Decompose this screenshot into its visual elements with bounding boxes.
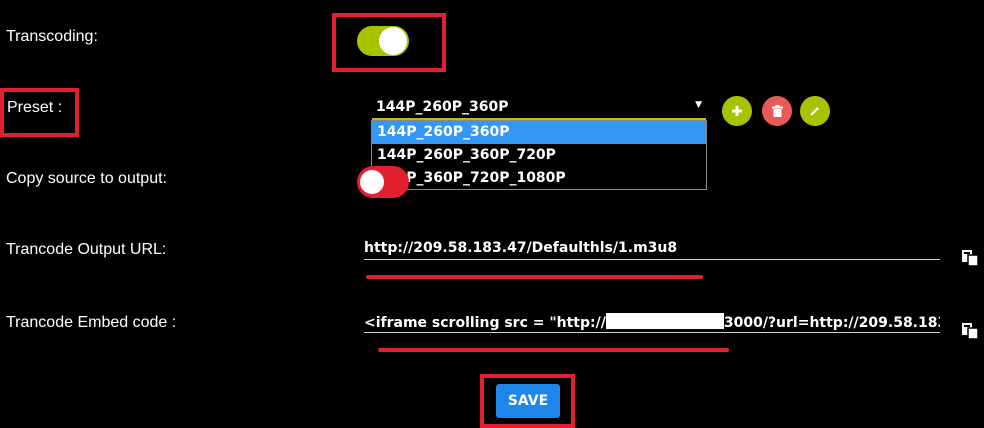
preset-option[interactable]: 144P_260P_360P bbox=[372, 121, 706, 144]
toggle-knob bbox=[358, 168, 386, 196]
preset-selected-value: 144P_260P_360P bbox=[376, 99, 509, 115]
save-button[interactable]: SAVE bbox=[496, 384, 560, 418]
embed-code-value-prefix: <iframe scrolling src = "http:// bbox=[364, 315, 606, 331]
embed-code-field[interactable]: <iframe scrolling src = "http:// 3000/?ur… bbox=[364, 313, 940, 333]
dropdown-caret-icon: ▼ bbox=[695, 100, 702, 110]
plus-icon bbox=[732, 106, 742, 116]
annotation-underline-url bbox=[366, 275, 703, 279]
toggle-knob bbox=[379, 27, 407, 55]
transcoding-toggle[interactable] bbox=[357, 26, 409, 56]
redacted-block bbox=[605, 313, 724, 329]
preset-option[interactable]: 260P_360P_720P_1080P bbox=[372, 167, 706, 190]
preset-option[interactable]: 144P_260P_360P_720P bbox=[372, 144, 706, 167]
embed-code-label: Trancode Embed code : bbox=[6, 314, 177, 331]
copy-source-label: Copy source to output: bbox=[6, 170, 167, 187]
copy-source-toggle[interactable] bbox=[357, 166, 409, 198]
output-url-field[interactable]: http://209.58.183.47/Defaulthls/1.m3u8 bbox=[364, 240, 940, 260]
transcoding-label: Transcoding: bbox=[6, 28, 98, 45]
trash-icon bbox=[771, 105, 783, 117]
pencil-icon bbox=[810, 107, 819, 116]
preset-select[interactable]: 144P_260P_360P ▼ bbox=[372, 96, 706, 120]
annotation-underline-embed bbox=[378, 348, 729, 352]
embed-code-value-suffix: 3000/?url=http://209.58.183.4 bbox=[723, 315, 940, 331]
output-url-value: http://209.58.183.47/Defaulthls/1.m3u8 bbox=[364, 240, 678, 256]
preset-label: Preset : bbox=[7, 99, 63, 116]
edit-preset-button[interactable] bbox=[800, 96, 830, 126]
delete-preset-button[interactable] bbox=[762, 96, 792, 126]
output-url-label: Trancode Output URL: bbox=[6, 241, 167, 258]
add-preset-button[interactable] bbox=[722, 96, 752, 126]
copy-icon[interactable] bbox=[961, 249, 979, 267]
copy-icon[interactable] bbox=[961, 322, 979, 340]
preset-dropdown-list: 144P_260P_360P 144P_260P_360P_720P 260P_… bbox=[371, 120, 707, 190]
